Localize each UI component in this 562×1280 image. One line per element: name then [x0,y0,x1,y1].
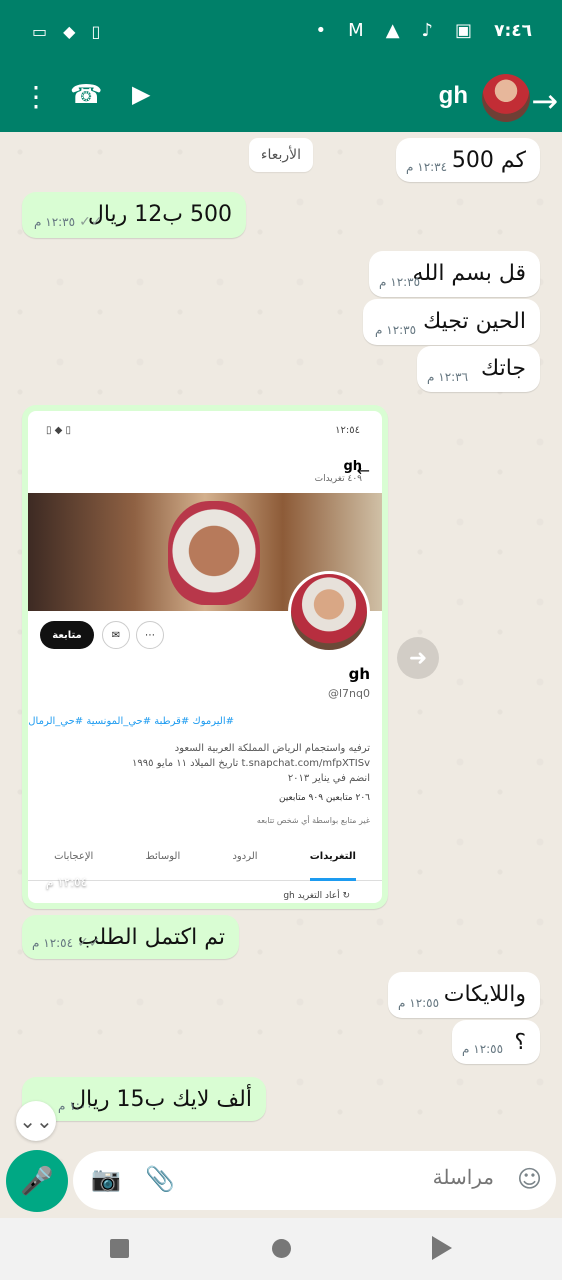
video-icon[interactable]: ▶ [132,80,150,108]
screenshot-status-time: ١٢:٥٤ [335,425,360,436]
message-time: ١٢:٣٥ م [379,275,421,289]
scroll-down-button[interactable]: ⌄⌄ [16,1101,56,1141]
screenshot-status-icons: ▯ ◆ ▯ [46,425,72,436]
profile-name: gh [348,665,370,683]
message-bubble[interactable]: الحين تجيك ١٢:٣٥ م [363,299,540,345]
status-icons-right: • M ▲ ♪ ▣ ٧:٤٦ [316,20,532,41]
message-bubble[interactable]: ؟ ١٢:٥٥ م [452,1020,540,1064]
mic-button[interactable]: 🎤 [6,1150,68,1212]
attachment-icon[interactable]: 📎 [145,1165,175,1193]
message-time: ١٢:٥٤ م [32,936,74,950]
message-input[interactable] [234,1167,494,1190]
warning-icon: ▲ [385,20,400,41]
gmail-icon: M [348,20,364,41]
profile-picture [288,571,370,653]
contact-avatar[interactable] [482,74,530,122]
message-time: ١٢:٥٥ م [398,996,440,1010]
screenshot-profile-header: gh ٤٠٩ تغريدات [315,459,362,484]
profile-handle: @l7nq0 [327,687,370,700]
profile-info: ترفيه واستجمام الرياض المملكة العربية ال… [132,741,370,786]
screenshot-back-icon: ← [356,461,370,480]
chat-app-bar: ⋮ ☎ ▶ gh → [0,66,562,132]
battery-icon: ▭ [32,22,48,41]
message-time: ١٢:٣٥ م [375,323,417,337]
profile-banner-person [168,501,260,605]
status-icons-left: ▭ ◆ ▯ [32,22,100,41]
message-bubble[interactable]: جاتك ١٢:٣٦ م [417,346,540,392]
shared-screenshot-image[interactable]: ▯ ◆ ▯ ١٢:٥٤ gh ٤٠٩ تغريدات ← متابعة ✉ ⋯ … [28,411,382,903]
message-bubble[interactable]: تم اكتمل الطلب ✓✓١٢:٥٤ م [22,915,239,959]
screenshot-status-bar: ▯ ◆ ▯ ١٢:٥٤ [28,411,382,447]
message-time: ١٢:٣٤ م [406,160,448,174]
message-time: ١٢:٥٥ م [462,1042,504,1056]
profile-info-line: انضم في يناير ٢٠١٣ [287,773,370,784]
contact-name[interactable]: gh [439,82,468,110]
android-navigation-bar [0,1218,562,1280]
message-time: ١٢:٣٥ م [34,215,76,229]
screenshot-profile-name: gh [343,459,362,474]
read-receipt-icon: ✓✓ [77,935,107,951]
message-bubble[interactable]: ألف لايك ب15 ريال ١:٠٠ م [22,1077,266,1121]
date-separator: الأربعاء [249,138,313,172]
message-time: ١٢:٣٦ م [427,370,469,384]
profile-hashtags: #اليرموك #قرطبة #حي_المونسية #حي_الرمال [28,716,234,727]
vibrate-icon: ▯ [91,22,101,41]
screenshot-time: ١٢:٥٤ م [46,875,88,889]
menu-icon[interactable]: ⋮ [22,80,50,113]
status-time: ٧:٤٦ [494,20,532,41]
profile-counts: ٢٠٦ متابعين ٩٠٩ متابعين [278,793,370,803]
more-icon: ⋯ [136,621,164,649]
message-bubble[interactable]: 500 ب12 ريال ✓✓١٢:٣٥ م [22,192,246,238]
back-button[interactable] [432,1236,452,1260]
profile-info-line: t.snapchat.com/mfpXTISv تاريخ الميلاد ١١… [132,758,370,769]
message-composer[interactable]: 📷 📎 ☺ [73,1151,556,1210]
screenshot-post-count: ٤٠٩ تغريدات [314,474,362,484]
forward-button[interactable]: ➜ [397,637,439,679]
tiktok-icon: ♪ [421,20,434,41]
emoji-icon[interactable]: ☺ [517,1165,542,1193]
follow-button: متابعة [40,621,94,649]
message-time: ١:٠٠ م [58,1099,93,1113]
retweet-label: ↻ أعاد التغريد gh [283,891,350,901]
shared-screenshot-message[interactable]: ▯ ◆ ▯ ١٢:٥٤ gh ٤٠٩ تغريدات ← متابعة ✉ ⋯ … [22,405,388,909]
message-bubble[interactable]: كم 500 ١٢:٣٤ م [396,138,540,182]
profile-info-line: ترفيه واستجمام الرياض المملكة العربية ال… [174,743,370,754]
home-button[interactable] [272,1239,291,1258]
message-bubble[interactable]: قل بسم الله ١٢:٣٥ م [369,251,540,297]
wifi-icon: ◆ [63,22,76,41]
back-icon[interactable]: → [531,82,558,120]
phone-icon[interactable]: ☎ [70,80,102,110]
recent-apps-button[interactable] [110,1239,129,1258]
dot-icon: • [315,20,327,41]
tab-tweets: التغريدات [309,851,356,881]
tab-replies: الردود [232,851,258,862]
message-bubble[interactable]: واللايكات ١٢:٥٥ م [388,972,540,1018]
profile-follow-note: غير متابع بواسطة أي شخص تتابعه [256,816,370,825]
tab-media: الوسائط [145,851,181,862]
status-bar: ▭ ◆ ▯ • M ▲ ♪ ▣ ٧:٤٦ [0,0,562,66]
app-icon: ▣ [455,20,473,41]
retweet-icon: ↻ [342,891,350,901]
read-receipt-icon: ✓✓ [79,214,109,230]
message-icon: ✉ [102,621,130,649]
camera-icon[interactable]: 📷 [91,1165,121,1193]
